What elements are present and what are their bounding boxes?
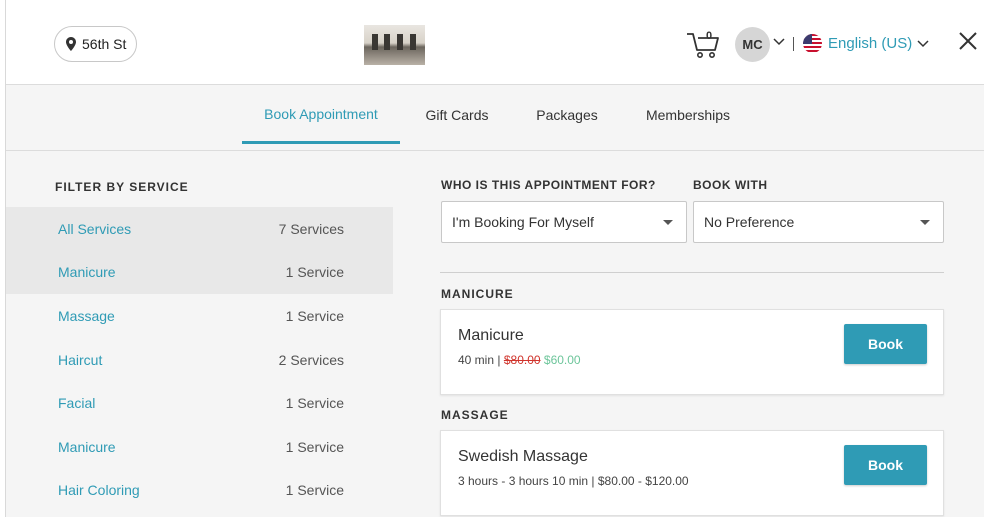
tab-book-appointment[interactable]: Book Appointment — [242, 86, 400, 144]
sidebar-item-manicure-2[interactable]: Manicure 1 Service — [6, 425, 393, 469]
cart-count: 0 — [706, 30, 713, 42]
service-count: 2 Services — [278, 351, 344, 368]
language-selector[interactable]: English (US) — [803, 34, 929, 53]
book-with-value: No Preference — [704, 214, 795, 230]
filter-title: FILTER BY SERVICE — [55, 180, 189, 194]
sidebar-item-haircut[interactable]: Haircut 2 Services — [6, 338, 393, 382]
caret-down-icon — [663, 220, 673, 225]
cart-button[interactable]: 0 — [686, 30, 722, 59]
service-filter-sidebar: FILTER BY SERVICE All Services 7 Service… — [6, 152, 393, 517]
service-list: WHO IS THIS APPOINTMENT FOR? BOOK WITH I… — [393, 152, 984, 517]
chevron-down-icon — [917, 39, 929, 47]
service-card-swedish-massage: Swedish Massage 3 hours - 3 hours 10 min… — [440, 430, 944, 516]
book-with-select[interactable]: No Preference — [693, 201, 944, 243]
tab-packages[interactable]: Packages — [527, 86, 607, 144]
divider — [440, 272, 944, 273]
user-avatar[interactable]: MC — [735, 27, 770, 62]
service-count: 1 Service — [285, 307, 344, 324]
service-card-title: Swedish Massage — [458, 448, 588, 465]
sale-price: $60.00 — [543, 353, 581, 367]
service-card-manicure: Manicure 40 min | $80.00 $60.00 Book — [440, 309, 944, 395]
cart-icon — [687, 33, 719, 58]
appointment-for-value: I'm Booking For Myself — [452, 214, 594, 230]
header: 56th St 0 MC English (US) — [6, 0, 984, 85]
tab-gift-cards[interactable]: Gift Cards — [416, 86, 498, 144]
location-label: 56th St — [82, 36, 127, 52]
meta-separator: | — [497, 353, 501, 367]
service-count: 1 Service — [285, 438, 344, 455]
sidebar-item-facial[interactable]: Facial 1 Service — [6, 381, 393, 425]
service-count: 1 Service — [285, 482, 344, 499]
book-button[interactable]: Book — [844, 324, 927, 364]
book-button[interactable]: Book — [844, 445, 927, 485]
service-name: Haircut — [58, 351, 103, 368]
service-card-title: Manicure — [458, 327, 524, 344]
service-count: 1 Service — [285, 395, 344, 412]
book-with-label: BOOK WITH — [693, 178, 768, 192]
service-name: Manicure — [58, 438, 116, 455]
tab-memberships[interactable]: Memberships — [636, 86, 740, 144]
sidebar-item-hair-coloring[interactable]: Hair Coloring 1 Service — [6, 469, 393, 513]
section-title-massage: MASSAGE — [441, 408, 509, 422]
service-card-meta: 40 min | $80.00 $60.00 — [458, 353, 581, 367]
sidebar-item-all-services[interactable]: All Services 7 Services — [6, 207, 393, 251]
service-name: Facial — [58, 395, 96, 412]
service-name: All Services — [58, 220, 132, 237]
language-label: English (US) — [828, 35, 913, 52]
service-count: 7 Services — [278, 220, 344, 237]
sidebar-item-massage[interactable]: Massage 1 Service — [6, 294, 393, 338]
service-name: Hair Coloring — [58, 482, 140, 499]
service-duration: 40 min — [458, 353, 495, 367]
business-logo — [364, 25, 425, 65]
section-title-manicure: MANICURE — [441, 287, 514, 301]
us-flag-icon — [803, 34, 822, 53]
service-count: 1 Service — [285, 264, 344, 281]
close-icon[interactable] — [958, 31, 978, 51]
sidebar-item-manicure[interactable]: Manicure 1 Service — [6, 250, 393, 295]
service-name: Massage — [58, 307, 115, 324]
appointment-for-label: WHO IS THIS APPOINTMENT FOR? — [441, 178, 656, 192]
tab-bar: Book Appointment Gift Cards Packages Mem… — [6, 86, 984, 151]
location-selector[interactable]: 56th St — [54, 26, 137, 62]
header-separator — [793, 37, 794, 51]
map-pin-icon — [66, 37, 76, 51]
original-price: $80.00 — [503, 353, 541, 367]
service-name: Manicure — [58, 264, 116, 281]
caret-down-icon — [920, 220, 930, 225]
chevron-down-icon[interactable] — [773, 38, 785, 46]
booking-panel: 56th St 0 MC English (US) Book Appointme… — [5, 0, 984, 517]
appointment-for-select[interactable]: I'm Booking For Myself — [441, 201, 687, 243]
service-card-meta: 3 hours - 3 hours 10 min | $80.00 - $120… — [458, 474, 689, 488]
